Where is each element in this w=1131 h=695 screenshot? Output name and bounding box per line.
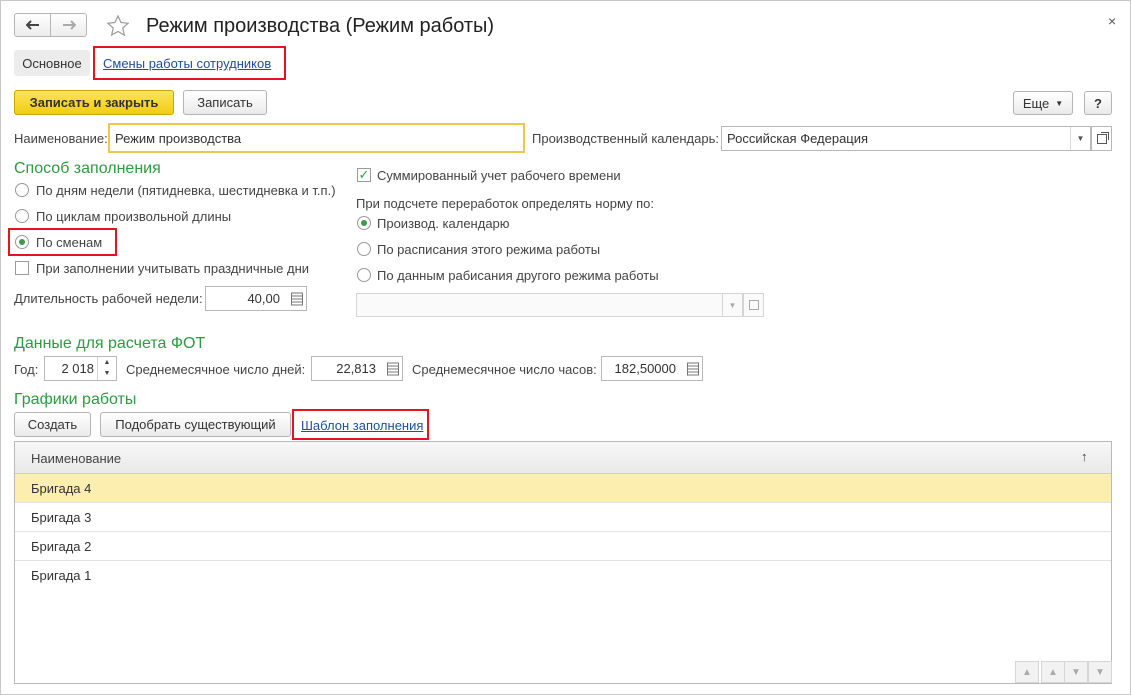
norm-label: При подсчете переработок определять норм… — [356, 196, 655, 211]
highlight-frame — [292, 409, 429, 440]
back-button[interactable] — [14, 13, 51, 37]
table-row[interactable]: Бригада 2 — [15, 532, 1111, 561]
pick-existing-button[interactable]: Подобрать существующий — [100, 412, 291, 437]
radio-cycles-label[interactable]: По циклам произвольной длины — [36, 209, 231, 224]
open-mode-button[interactable] — [743, 293, 764, 317]
table-row[interactable]: Бригада 1 — [15, 561, 1111, 590]
radio-this-schedule[interactable] — [357, 242, 371, 256]
highlight-frame — [8, 228, 117, 256]
radio-prod-calendar[interactable] — [357, 216, 371, 230]
week-length-label: Длительность рабочей недели: — [14, 291, 203, 306]
radio-other-schedule[interactable] — [357, 268, 371, 282]
summed-accounting-label[interactable]: Суммированный учет рабочего времени — [377, 168, 621, 183]
avg-hours-label: Среднемесячное число часов: — [412, 362, 597, 377]
highlight-frame — [93, 46, 286, 80]
avg-days-value: 22,813 — [336, 361, 376, 376]
calculator-icon[interactable] — [291, 292, 303, 305]
chevron-down-icon: ▼ — [1055, 98, 1064, 108]
forward-button[interactable] — [50, 13, 87, 37]
open-calendar-button[interactable] — [1091, 126, 1112, 151]
radio-weekdays[interactable] — [15, 183, 29, 197]
row-name: Бригада 1 — [31, 568, 92, 583]
radio-this-schedule-label[interactable]: По расписания этого режима работы — [377, 242, 600, 257]
fot-title: Данные для расчета ФОТ — [14, 335, 206, 352]
name-input[interactable]: Режим производства — [108, 123, 525, 153]
arrow-right-icon — [62, 20, 76, 30]
scroll-first-icon[interactable]: ▲ — [1015, 661, 1039, 683]
dropdown-arrow-icon[interactable]: ▼ — [1070, 127, 1090, 150]
scroll-up-icon[interactable]: ▲ — [1041, 661, 1065, 683]
more-button[interactable]: Еще ▼ — [1013, 91, 1073, 115]
calculator-icon[interactable] — [687, 362, 699, 375]
radio-prod-calendar-label[interactable]: Производ. календарю — [377, 216, 510, 231]
favorite-star-icon[interactable] — [106, 14, 130, 39]
name-label: Наименование: — [14, 131, 108, 146]
holidays-label[interactable]: При заполнении учитывать праздничные дни — [36, 261, 309, 276]
tab-main[interactable]: Основное — [14, 50, 90, 76]
calendar-label: Производственный календарь: — [532, 131, 719, 146]
dropdown-arrow-icon[interactable]: ▼ — [722, 294, 742, 316]
table-header: Наименование ↑ — [15, 442, 1111, 474]
help-button[interactable]: ? — [1084, 91, 1112, 115]
week-length-value: 40,00 — [247, 291, 280, 306]
other-mode-select[interactable]: ▼ — [356, 293, 743, 317]
avg-hours-input[interactable]: 182,50000 — [601, 356, 703, 381]
holidays-checkbox[interactable] — [15, 261, 29, 275]
year-value: 2 018 — [61, 361, 94, 376]
year-label: Год: — [14, 362, 39, 377]
year-input[interactable]: 2 018 ▲ ▼ — [44, 356, 117, 381]
calendar-select[interactable]: Российская Федерация ▼ — [721, 126, 1091, 151]
avg-hours-value: 182,50000 — [614, 361, 676, 376]
calendar-value: Российская Федерация — [727, 131, 869, 146]
close-icon[interactable]: × — [1108, 13, 1116, 29]
calculator-icon[interactable] — [387, 362, 399, 375]
avg-days-label: Среднемесячное число дней: — [126, 362, 306, 377]
week-length-input[interactable]: 40,00 — [205, 286, 307, 311]
create-button[interactable]: Создать — [14, 412, 91, 437]
column-header-name[interactable]: Наименование — [31, 451, 121, 466]
table-row[interactable]: Бригада 4 — [15, 474, 1111, 503]
save-button[interactable]: Записать — [183, 90, 267, 115]
page-title: Режим производства (Режим работы) — [146, 15, 495, 37]
radio-cycles[interactable] — [15, 209, 29, 223]
schedules-title: Графики работы — [14, 391, 137, 408]
radio-other-schedule-label[interactable]: По данным рабисания другого режима работ… — [377, 268, 659, 283]
schedules-table: Наименование ↑ Бригада 4 Бригада 3 Брига… — [14, 441, 1112, 684]
radio-weekdays-label[interactable]: По дням недели (пятидневка, шестидневка … — [36, 183, 336, 198]
spinner-icon[interactable]: ▲ ▼ — [97, 357, 116, 380]
sort-arrow-icon[interactable]: ↑ — [1081, 449, 1088, 464]
more-label: Еще — [1022, 95, 1050, 111]
row-name: Бригада 2 — [31, 539, 92, 554]
table-row[interactable]: Бригада 3 — [15, 503, 1111, 532]
scroll-down-icon[interactable]: ▼ — [1064, 661, 1088, 683]
form-window: Режим производства (Режим работы) × Осно… — [0, 0, 1131, 695]
row-name: Бригада 4 — [31, 481, 92, 496]
scroll-last-icon[interactable]: ▼ — [1088, 661, 1112, 683]
open-link-icon — [748, 300, 759, 310]
arrow-left-icon — [25, 20, 39, 30]
open-link-icon — [1096, 133, 1107, 144]
row-name: Бригада 3 — [31, 510, 92, 525]
summed-accounting-checkbox[interactable]: ✓ — [357, 168, 371, 182]
fill-method-title: Способ заполнения — [14, 160, 161, 177]
avg-days-input[interactable]: 22,813 — [311, 356, 403, 381]
save-and-close-button[interactable]: Записать и закрыть — [14, 90, 174, 115]
